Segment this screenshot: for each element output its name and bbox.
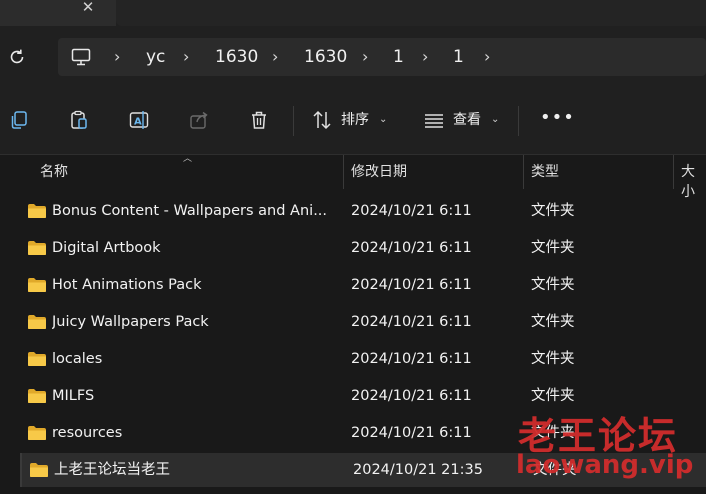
tab-bar: ✕ + [0, 0, 706, 26]
breadcrumb[interactable]: › yc › 1630 › 1630 › 1 › 1 › [58, 38, 706, 76]
breadcrumb-item[interactable]: 1 [453, 46, 464, 68]
command-bar: A 排序 ⌄ 查看 ⌄ ••• [0, 88, 706, 155]
file-modified: 2024/10/21 21:35 [353, 462, 483, 478]
table-row[interactable]: locales 2024/10/21 6:11 文件夹 [20, 342, 706, 376]
folder-icon [28, 278, 46, 292]
breadcrumb-item[interactable]: 1630 [215, 46, 258, 68]
sort-icon[interactable] [311, 109, 333, 131]
view-button[interactable]: 查看 [453, 110, 481, 130]
toolbar-divider [293, 106, 294, 136]
column-divider[interactable] [343, 155, 344, 189]
folder-icon [28, 389, 46, 403]
chevron-down-icon[interactable]: ⌄ [491, 110, 499, 130]
copy-icon[interactable] [8, 109, 30, 131]
table-row[interactable]: Digital Artbook 2024/10/21 6:11 文件夹 [20, 231, 706, 265]
file-name: resources [52, 425, 123, 441]
folder-icon [30, 463, 48, 477]
table-row[interactable]: Bonus Content - Wallpapers and Ani... 20… [20, 194, 706, 228]
file-modified: 2024/10/21 6:11 [351, 203, 472, 219]
breadcrumb-item[interactable]: 1630 [304, 46, 347, 68]
sort-ascending-icon: ︿ [183, 154, 193, 164]
chevron-right-icon[interactable]: › [362, 46, 368, 68]
file-modified: 2024/10/21 6:11 [351, 240, 472, 256]
column-divider[interactable] [673, 155, 674, 189]
file-type: 文件夹 [531, 314, 575, 330]
file-type: 文件夹 [531, 388, 575, 404]
column-divider[interactable] [523, 155, 524, 189]
rename-icon[interactable]: A [128, 109, 150, 131]
file-modified: 2024/10/21 6:11 [351, 314, 472, 330]
chevron-down-icon[interactable]: ⌄ [379, 110, 387, 130]
column-header: ︿ 名称 修改日期 类型 大小 [0, 154, 706, 200]
view-icon[interactable] [423, 109, 445, 131]
file-type: 文件夹 [531, 240, 575, 256]
chevron-right-icon[interactable]: › [422, 46, 428, 68]
refresh-icon[interactable] [6, 46, 28, 68]
breadcrumb-item[interactable]: 1 [393, 46, 404, 68]
watermark-url: laowang.vip [516, 450, 694, 480]
more-options-icon[interactable]: ••• [540, 109, 575, 130]
file-name: Bonus Content - Wallpapers and Ani... [52, 203, 327, 219]
address-bar: › yc › 1630 › 1630 › 1 › 1 › [0, 26, 706, 88]
share-icon [190, 111, 208, 129]
table-row[interactable]: Juicy Wallpapers Pack 2024/10/21 6:11 文件… [20, 305, 706, 339]
table-row[interactable]: Hot Animations Pack 2024/10/21 6:11 文件夹 [20, 268, 706, 302]
column-size[interactable]: 大小 [681, 162, 706, 200]
file-name: Juicy Wallpapers Pack [52, 314, 209, 330]
folder-icon [28, 315, 46, 329]
file-name: Digital Artbook [52, 240, 161, 256]
column-name[interactable]: 名称 [40, 162, 68, 182]
svg-text:A: A [134, 117, 142, 128]
this-pc-icon[interactable] [70, 46, 92, 68]
tab-strip-area [116, 0, 706, 26]
chevron-right-icon[interactable]: › [484, 46, 490, 68]
sort-button[interactable]: 排序 [341, 110, 369, 130]
breadcrumb-item[interactable]: yc [146, 46, 165, 68]
close-icon[interactable]: ✕ [78, 0, 98, 18]
file-modified: 2024/10/21 6:11 [351, 425, 472, 441]
active-tab[interactable]: ✕ [0, 0, 116, 26]
file-modified: 2024/10/21 6:11 [351, 351, 472, 367]
file-name: locales [52, 351, 103, 367]
file-name: Hot Animations Pack [52, 277, 202, 293]
folder-icon [28, 426, 46, 440]
chevron-right-icon[interactable]: › [114, 46, 120, 68]
file-name: 上老王论坛当老王 [54, 462, 170, 478]
delete-icon[interactable] [248, 109, 270, 131]
column-modified[interactable]: 修改日期 [351, 162, 407, 182]
toolbar-divider [518, 106, 519, 136]
chevron-right-icon[interactable]: › [272, 46, 278, 68]
file-type: 文件夹 [531, 351, 575, 367]
file-type: 文件夹 [531, 277, 575, 293]
folder-icon [28, 352, 46, 366]
folder-icon [28, 241, 46, 255]
paste-icon[interactable] [68, 109, 90, 131]
file-type: 文件夹 [531, 203, 575, 219]
file-name: MILFS [52, 388, 95, 404]
column-type[interactable]: 类型 [531, 162, 559, 182]
file-modified: 2024/10/21 6:11 [351, 277, 472, 293]
folder-icon [28, 204, 46, 218]
file-modified: 2024/10/21 6:11 [351, 388, 472, 404]
chevron-right-icon[interactable]: › [183, 46, 189, 68]
